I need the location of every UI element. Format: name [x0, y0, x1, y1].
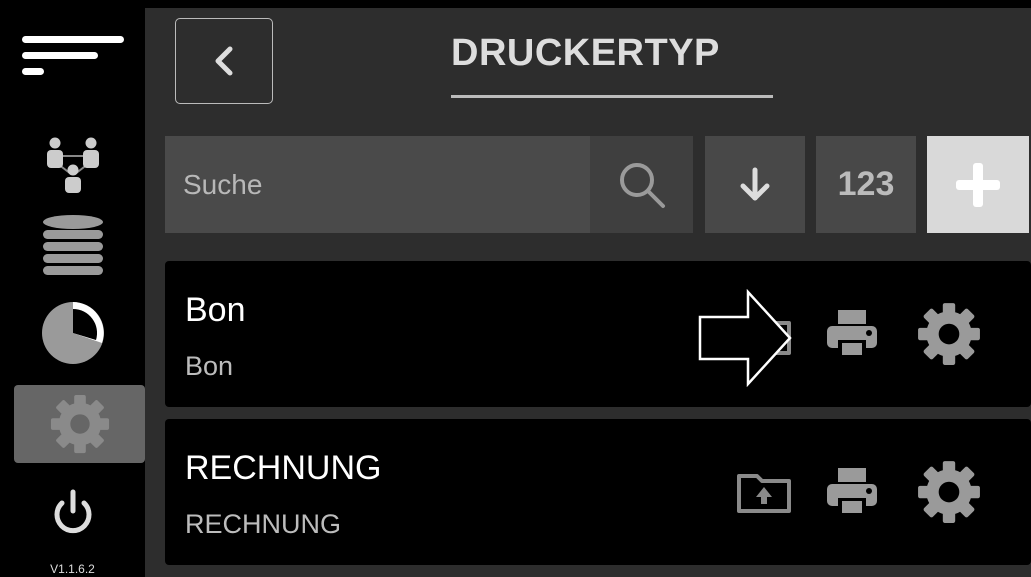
database-button[interactable]: [0, 210, 145, 280]
print-button[interactable]: [817, 299, 887, 369]
main-panel: DRUCKERTYP 123 Bon Bon: [145, 8, 1031, 577]
arrow-down-icon: [740, 167, 770, 200]
export-button[interactable]: [729, 457, 799, 527]
gear-icon: [50, 394, 109, 454]
numeric-button[interactable]: 123: [816, 136, 916, 233]
gear-icon: [918, 461, 980, 523]
page-title: DRUCKERTYP: [451, 32, 720, 74]
item-title: RECHNUNG: [185, 449, 382, 487]
sidebar: V1.1.6.2: [0, 0, 145, 577]
pointer-arrow-icon: [698, 289, 792, 387]
title-underline: [451, 95, 773, 98]
database-icon: [42, 215, 103, 275]
pie-chart-icon: [41, 301, 104, 364]
version-label: V1.1.6.2: [50, 562, 95, 576]
item-subtitle: Bon: [185, 351, 234, 381]
search-box: [165, 136, 693, 233]
statistics-button[interactable]: [0, 295, 145, 370]
search-input[interactable]: [165, 136, 585, 233]
chevron-left-icon: [215, 46, 233, 76]
item-subtitle: RECHNUNG: [185, 509, 342, 539]
hamburger-icon: [21, 36, 124, 75]
settings-button[interactable]: [14, 385, 145, 463]
export-icon: [737, 474, 791, 513]
sort-button[interactable]: [705, 136, 805, 233]
settings-gear-button[interactable]: [914, 299, 984, 369]
printer-icon: [827, 468, 877, 516]
back-button[interactable]: [175, 18, 273, 104]
settings-gear-button[interactable]: [914, 457, 984, 527]
list-item[interactable]: RECHNUNG RECHNUNG: [165, 419, 1031, 565]
search-button[interactable]: [590, 136, 693, 233]
add-button[interactable]: [927, 136, 1029, 233]
power-button[interactable]: [0, 478, 145, 548]
plus-icon: [956, 162, 1000, 207]
search-icon: [619, 162, 665, 208]
menu-button[interactable]: [0, 20, 145, 90]
users-network-icon: [46, 137, 99, 193]
print-button[interactable]: [817, 457, 887, 527]
gear-icon: [918, 303, 980, 365]
printer-icon: [827, 310, 877, 358]
users-button[interactable]: [0, 128, 145, 200]
power-icon: [54, 489, 91, 534]
list-item[interactable]: Bon Bon: [165, 261, 1031, 407]
item-title: Bon: [185, 291, 246, 329]
